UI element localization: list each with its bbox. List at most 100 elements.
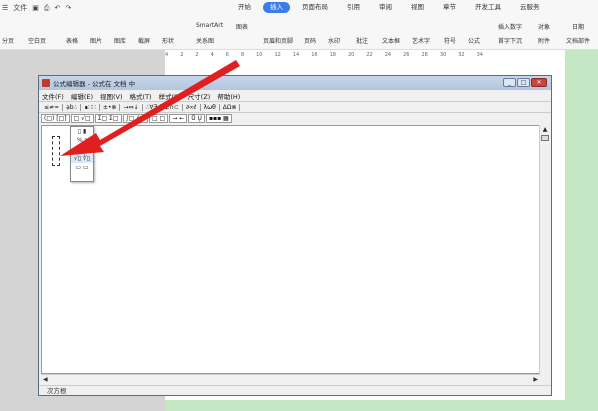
editor-menubar: 文件(F) 编辑(E) 视图(V) 格式(T) 样式(S) 尺寸(Z) 帮助(H… xyxy=(39,90,551,101)
dropdown-item[interactable]: ⁽ⁿ⁾ xyxy=(71,145,93,154)
ribbon-picture[interactable]: 图片 xyxy=(90,36,102,45)
window-controls: _ □ ✕ xyxy=(502,78,547,87)
undo-icon[interactable]: ↶ xyxy=(55,4,61,12)
tab-view[interactable]: 视图 xyxy=(411,2,424,13)
ruler-tick: 16 xyxy=(311,52,318,58)
ribbon-pagebreak[interactable]: 分页 xyxy=(2,36,14,45)
tab-layout[interactable]: 页面布局 xyxy=(302,2,328,13)
scroll-up-icon[interactable]: ▲ xyxy=(540,125,550,134)
ruler-tick: 4 xyxy=(210,52,214,58)
palette-relations[interactable]: ≤≠≈ xyxy=(41,103,64,111)
palette-sets[interactable]: ∉∩⊂ xyxy=(161,103,183,111)
equation-editor-window: 公式编辑器 - 公式在 文档 中 _ □ ✕ 文件(F) 编辑(E) 视图(V)… xyxy=(38,75,552,396)
template-fraction-radical[interactable]: □ √□ xyxy=(70,113,94,123)
template-bars[interactable]: □ □ xyxy=(149,113,169,123)
ruler-tick: 24 xyxy=(384,52,392,58)
tab-section[interactable]: 章节 xyxy=(443,2,456,13)
palette-arrows[interactable]: →⇔↓ xyxy=(120,103,143,111)
ribbon-symbol[interactable]: 符号 xyxy=(444,36,456,45)
close-button[interactable]: ✕ xyxy=(531,78,547,87)
template-arrows[interactable]: → ← xyxy=(169,113,188,123)
ribbon-docparts[interactable]: 文档部件 xyxy=(566,36,590,45)
equation-canvas[interactable]: ▯ ▮ % ⁿ ⁽ⁿ⁾ √▯ ∜▯ ▭ ▭ xyxy=(41,125,540,374)
tab-review[interactable]: 审阅 xyxy=(379,2,392,13)
print-icon[interactable]: ⎙ xyxy=(44,4,50,13)
dropdown-item[interactable]: ▯ ▮ xyxy=(71,127,93,136)
scroll-left-icon[interactable]: ◀ xyxy=(43,376,48,383)
tab-insert[interactable]: 插入 xyxy=(263,2,290,13)
ribbon-toolbar: 分页 空白页 表格 图片 图库 截屏 形状 SmartArt 图表 关系图 页眉… xyxy=(0,16,598,50)
ribbon-blankpage[interactable]: 空白页 xyxy=(28,36,46,45)
ribbon-watermark[interactable]: 水印 xyxy=(328,36,340,45)
ruler-tick: 8 xyxy=(240,52,245,58)
tab-cloud[interactable]: 云服务 xyxy=(520,2,540,13)
palette-embellish[interactable]: ∎∷∷ xyxy=(81,103,100,111)
template-summation[interactable]: Σ□ Σ□ xyxy=(94,113,122,123)
ribbon-table[interactable]: 表格 xyxy=(66,36,78,45)
ruler-tick: 12 xyxy=(274,52,281,58)
ribbon-wordart[interactable]: 艺术字 xyxy=(412,36,430,45)
scroll-thumb[interactable] xyxy=(540,135,549,141)
status-bar: 次方根 xyxy=(39,385,551,395)
menu-style[interactable]: 样式(S) xyxy=(159,91,181,101)
menu-format[interactable]: 格式(T) xyxy=(130,91,152,101)
palette-greek-upper[interactable]: ΔΩ⊗ xyxy=(220,103,241,111)
ribbon-pagenum[interactable]: 页码 xyxy=(304,36,316,45)
ribbon-chart[interactable]: 图表 xyxy=(236,22,248,31)
palette-operators[interactable]: ±•⊗ xyxy=(100,103,121,111)
input-slot[interactable] xyxy=(52,136,60,166)
menu-edit[interactable]: 编辑(E) xyxy=(71,91,93,101)
ribbon-object[interactable]: 对象 xyxy=(538,22,550,31)
window-titlebar[interactable]: 公式编辑器 - 公式在 文档 中 xyxy=(39,76,551,90)
ruler: 4 2 2 4 6 8 10 12 14 16 18 20 22 24 26 2… xyxy=(165,52,565,60)
template-fences[interactable]: (□) [□] xyxy=(41,113,70,123)
ribbon-attachment[interactable]: 附件 xyxy=(538,36,550,45)
tab-reference[interactable]: 引用 xyxy=(347,2,360,13)
ruler-tick: 4 xyxy=(165,52,169,58)
template-matrix[interactable]: ▪▪▪ ▦ xyxy=(205,113,232,123)
ribbon-insertnum[interactable]: 插入数字 xyxy=(498,22,522,31)
dropdown-item-radical[interactable]: √▯ ∜▯ xyxy=(71,154,93,163)
horizontal-scrollbar[interactable]: ◀ ▶ xyxy=(41,374,540,384)
scroll-right-icon[interactable]: ▶ xyxy=(533,376,538,383)
ribbon-date[interactable]: 日期 xyxy=(572,22,584,31)
tab-devtools[interactable]: 开发工具 xyxy=(475,2,501,13)
palette-logic[interactable]: ∴∀∃ xyxy=(143,103,162,111)
hamburger-icon[interactable]: ☰ xyxy=(2,4,8,12)
window-title: 公式编辑器 - 公式在 文档 中 xyxy=(53,80,136,88)
ribbon-dropcap[interactable]: 首字下沉 xyxy=(498,36,522,45)
tab-start[interactable]: 开始 xyxy=(238,2,251,13)
vertical-scrollbar[interactable]: ▲ xyxy=(539,125,549,374)
ribbon-comment[interactable]: 批注 xyxy=(356,36,368,45)
ribbon-header-footer[interactable]: 页眉和页脚 xyxy=(263,36,293,45)
palette-misc[interactable]: ∂∞ℓ xyxy=(183,103,201,111)
ribbon-shape[interactable]: 形状 xyxy=(162,36,174,45)
palette-spaces[interactable]: ạb∴ xyxy=(63,103,82,111)
ruler-tick: 2 xyxy=(195,52,199,58)
ribbon-gallery[interactable]: 图库 xyxy=(114,36,126,45)
file-menu[interactable]: 文件 xyxy=(13,3,27,13)
ribbon-relation[interactable]: 关系图 xyxy=(196,36,214,45)
ruler-tick: 6 xyxy=(225,52,229,58)
template-palette: (□) [□] □ √□ Σ□ Σ□ ∫□ ∮□ □ □ → ← Ů Ų ▪▪▪… xyxy=(39,112,551,123)
dropdown-item[interactable]: % ⁿ xyxy=(71,136,93,145)
menu-size[interactable]: 尺寸(Z) xyxy=(188,91,211,101)
minimize-button[interactable]: _ xyxy=(503,78,516,87)
palette-greek-lower[interactable]: λωθ xyxy=(201,103,220,111)
redo-icon[interactable]: ↷ xyxy=(65,4,71,12)
ribbon-formula[interactable]: 公式 xyxy=(468,36,480,45)
symbol-palette: ≤≠≈ ạb∴ ∎∷∷ ±•⊗ →⇔↓ ∴∀∃ ∉∩⊂ ∂∞ℓ λωθ ΔΩ⊗ xyxy=(39,101,551,112)
ribbon-smartart[interactable]: SmartArt xyxy=(196,22,223,29)
menu-file[interactable]: 文件(F) xyxy=(42,91,64,101)
dropdown-item[interactable]: ▭ ▭ xyxy=(71,163,93,172)
ribbon-textbox[interactable]: 文本框 xyxy=(382,36,400,45)
ribbon-screenshot[interactable]: 截屏 xyxy=(138,36,150,45)
template-products[interactable]: Ů Ų xyxy=(188,113,205,123)
maximize-button[interactable]: □ xyxy=(517,78,530,87)
ruler-tick: 30 xyxy=(439,52,447,58)
template-integral[interactable]: ∫□ ∮□ xyxy=(122,113,149,123)
menu-view[interactable]: 视图(V) xyxy=(100,91,123,101)
menu-help[interactable]: 帮助(H) xyxy=(217,91,240,101)
right-margin xyxy=(565,50,598,411)
save-icon[interactable]: ▣ xyxy=(32,4,39,12)
